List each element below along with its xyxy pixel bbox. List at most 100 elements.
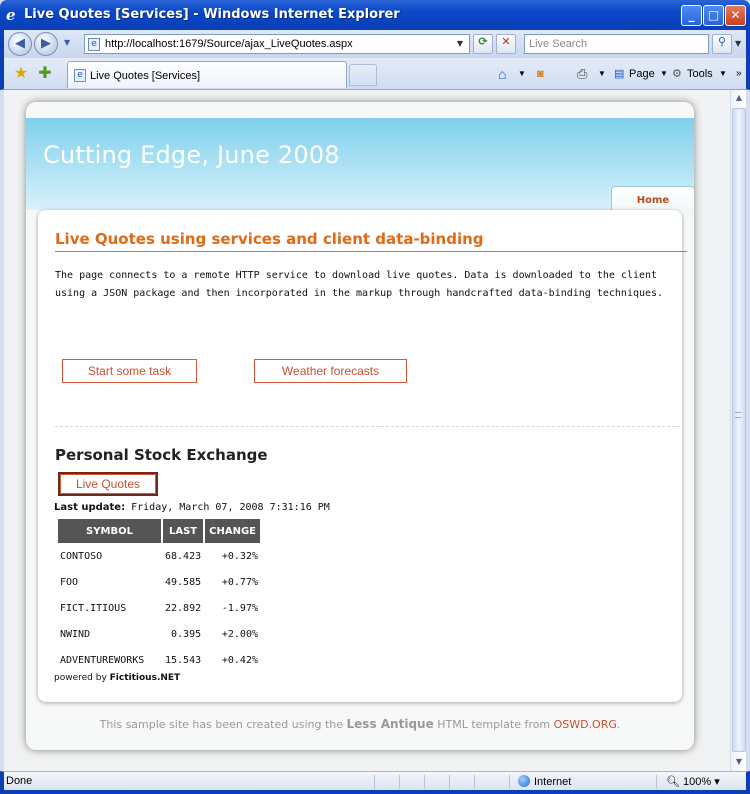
status-text: Done [6, 775, 33, 787]
tab-bar: ★ ✚ e Live Quotes [Services] ⌂ ▼ ◙ ⎙ ▼ ▤… [0, 58, 750, 90]
scrollbar-thumb[interactable] [732, 108, 746, 752]
status-divider [449, 775, 450, 789]
page-heading: Live Quotes using services and client da… [55, 230, 687, 252]
refresh-icon[interactable]: ⟳ [473, 34, 493, 54]
history-dropdown-icon[interactable]: ▼ [64, 38, 70, 47]
table-row: FOO 49.585 +0.77% [58, 569, 260, 595]
search-input[interactable]: Live Search [524, 34, 709, 54]
powered-prefix: powered by [54, 673, 107, 683]
page-icon: e [74, 69, 86, 82]
address-bar: ◀ ▶ ▼ e http://localhost:1679/Source/aja… [0, 30, 750, 58]
status-divider [374, 775, 375, 789]
live-quotes-button[interactable]: Live Quotes [58, 472, 158, 496]
url-text: http://localhost:1679/Source/ajax_LiveQu… [105, 38, 353, 50]
footer-template-name: Less Antique [346, 717, 434, 731]
table-row: FICT.ITIOUS 22.892 -1.97% [58, 595, 260, 621]
browser-tab[interactable]: e Live Quotes [Services] [67, 61, 347, 88]
divider [55, 426, 685, 427]
status-bar: Done Internet 🔍︎ 100% ▾ [0, 771, 750, 794]
status-divider [474, 775, 475, 789]
site-header: Cutting Edge, June 2008 Home [26, 118, 694, 216]
table-row: ADVENTUREWORKS 15.543 +0.42% [58, 647, 260, 673]
more-tools-icon[interactable]: » [736, 65, 742, 83]
maximize-button[interactable]: □ [703, 5, 724, 26]
table-row: NWIND 0.395 +2.00% [58, 621, 260, 647]
security-zone[interactable]: Internet [518, 775, 571, 788]
scroll-down-icon[interactable]: ▼ [732, 754, 746, 770]
home-icon[interactable]: ⌂ [498, 65, 506, 83]
ie-logo-icon: e [6, 6, 16, 24]
table-row: CONTOSO 68.423 +0.32% [58, 543, 260, 569]
footer-text-after: . [616, 718, 621, 731]
footer-text-middle: HTML template from [437, 718, 551, 731]
chevron-down-icon[interactable]: ▼ [518, 65, 526, 83]
new-tab-button[interactable] [349, 64, 377, 86]
symbol-cell: FOO [60, 576, 79, 588]
tab-label: Live Quotes [Services] [90, 70, 201, 82]
search-icon[interactable]: ⚲ [712, 34, 732, 54]
chevron-down-icon[interactable]: ▼ [660, 65, 668, 83]
start-task-button[interactable]: Start some task [62, 359, 197, 383]
globe-icon [518, 775, 530, 787]
change-cell: +0.77% [221, 576, 258, 588]
nav-tab-home-label: Home [636, 195, 670, 206]
site-page: Cutting Edge, June 2008 Home Live Quotes… [26, 102, 694, 750]
page-menu[interactable]: Page [629, 65, 655, 83]
chevron-down-icon[interactable]: ▼ [719, 65, 727, 83]
content-panel: Live Quotes using services and client da… [38, 210, 687, 702]
minimize-button[interactable]: _ [681, 5, 702, 26]
print-icon[interactable]: ⎙ [577, 65, 587, 83]
feeds-icon[interactable]: ◙ [537, 65, 544, 83]
vertical-scrollbar[interactable]: ▲ ▼ [730, 90, 746, 771]
last-cell: 49.585 [165, 576, 202, 588]
last-cell: 15.543 [165, 654, 202, 666]
site-title: Cutting Edge, June 2008 [43, 141, 340, 169]
change-cell: +2.00% [221, 628, 258, 640]
zoom-control[interactable]: 🔍︎ 100% ▾ [666, 775, 720, 788]
site-footer: This sample site has been created using … [26, 717, 694, 731]
intro-text: The page connects to a remote HTTP servi… [55, 270, 664, 299]
last-cell: 68.423 [165, 550, 202, 562]
zone-label: Internet [534, 776, 572, 788]
status-divider [656, 775, 657, 789]
last-update-value: Friday, March 07, 2008 7:31:16 PM [131, 502, 330, 513]
page-icon: ▤ [614, 68, 625, 80]
footer-text-before: This sample site has been created using … [99, 718, 344, 731]
window-title: Live Quotes [Services] - Windows Interne… [24, 7, 400, 22]
status-divider [509, 775, 510, 789]
title-bar: e Live Quotes [Services] - Windows Inter… [0, 0, 750, 30]
status-divider [399, 775, 400, 789]
weather-forecasts-button[interactable]: Weather forecasts [254, 359, 407, 383]
status-divider [424, 775, 425, 789]
zoom-icon: 🔍︎ [666, 776, 680, 788]
add-favorites-icon[interactable]: ✚ [36, 64, 54, 82]
chevron-down-icon[interactable]: ▼ [453, 37, 467, 51]
change-cell: -1.97% [221, 602, 258, 614]
chevron-down-icon[interactable]: ▼ [598, 65, 606, 83]
search-options-icon[interactable]: ▼ [735, 39, 741, 48]
forward-button[interactable]: ▶ [34, 32, 58, 56]
last-update: Last update: Friday, March 07, 2008 7:31… [54, 502, 330, 513]
browser-viewport: Cutting Edge, June 2008 Home Live Quotes… [4, 90, 730, 771]
url-field[interactable]: e http://localhost:1679/Source/ajax_Live… [84, 34, 470, 54]
favorites-star-icon[interactable]: ★ [12, 64, 30, 82]
oswd-link[interactable]: OSWD.ORG [554, 718, 617, 731]
last-update-label: Last update: [54, 502, 126, 513]
symbol-cell: ADVENTUREWORKS [60, 654, 145, 666]
change-cell: +0.32% [221, 550, 258, 562]
stop-icon[interactable]: ✕ [496, 34, 516, 54]
page-icon: e [88, 38, 100, 51]
zoom-level: 100% [683, 776, 712, 788]
symbol-cell: NWIND [60, 628, 91, 640]
quotes-table: SYMBOL LAST CHANGE CONTOSO 68.423 +0.32%… [56, 519, 262, 673]
scroll-up-icon[interactable]: ▲ [732, 90, 746, 106]
back-button[interactable]: ◀ [8, 32, 32, 56]
powered-brand: Fictitious.NET [109, 673, 181, 683]
close-button[interactable]: ✕ [725, 5, 746, 26]
tools-menu[interactable]: Tools [687, 65, 713, 83]
section-title: Personal Stock Exchange [55, 446, 268, 464]
column-header-change: CHANGE [205, 519, 260, 543]
symbol-cell: CONTOSO [60, 550, 103, 562]
change-cell: +0.42% [221, 654, 258, 666]
last-cell: 22.892 [165, 602, 202, 614]
